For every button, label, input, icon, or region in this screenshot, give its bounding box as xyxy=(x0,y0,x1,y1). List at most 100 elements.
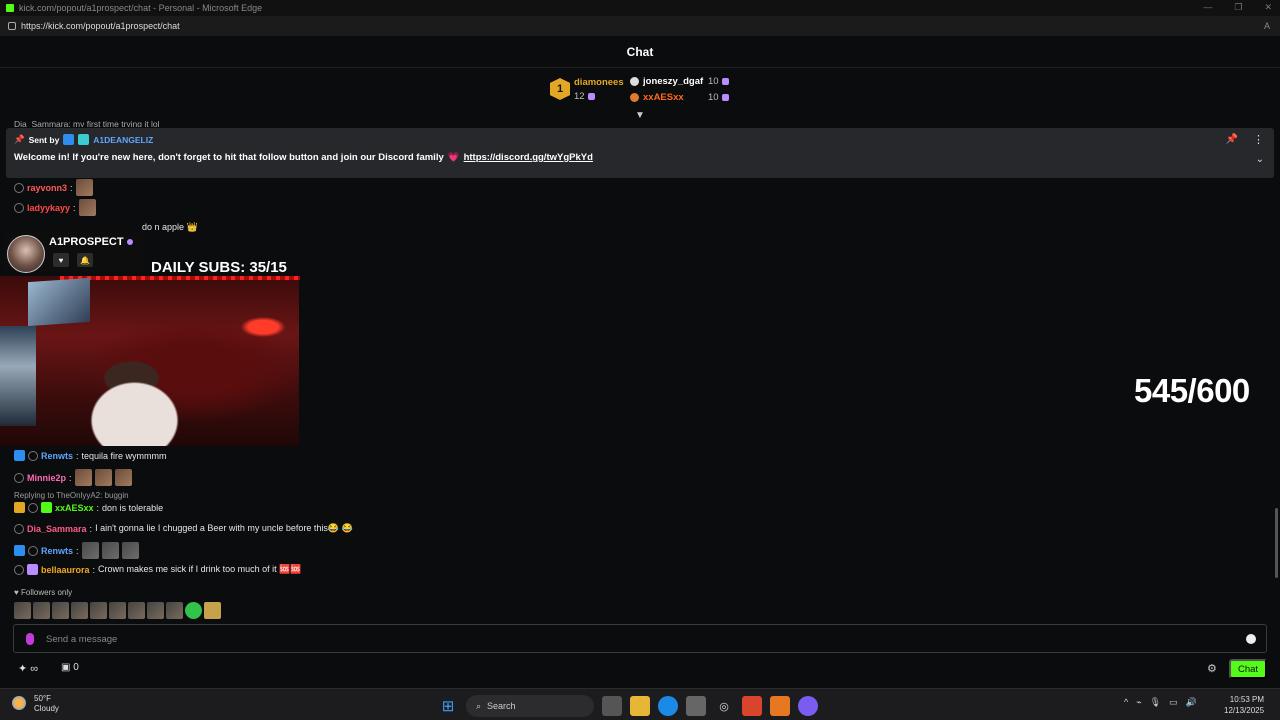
minimize-icon[interactable]: — xyxy=(1203,2,1212,13)
emote-icon[interactable] xyxy=(128,602,145,619)
chat-message: xxAESxx: don is tolerable xyxy=(14,502,163,513)
leaderboard-name[interactable]: joneszy_dgaf xyxy=(630,76,703,87)
chrome-icon[interactable]: ◎ xyxy=(714,696,734,716)
chat-message: do n apple 👑 xyxy=(142,222,198,233)
send-chat-button[interactable]: Chat xyxy=(1229,659,1267,679)
heart-icon[interactable]: ♥ xyxy=(53,253,69,267)
emote-icon[interactable] xyxy=(90,602,107,619)
pinned-message-text: Welcome in! If you're new here, don't fo… xyxy=(14,152,593,163)
emote-icon[interactable] xyxy=(14,602,31,619)
address-bar[interactable]: https://kick.com/popout/a1prospect/chat … xyxy=(0,16,1280,36)
expand-arrow-icon[interactable]: ▼ xyxy=(633,110,647,121)
emote-icon xyxy=(94,469,112,486)
emote-icon[interactable] xyxy=(204,602,221,619)
clock[interactable]: 10:53 PM 12/13/2025 xyxy=(1224,694,1264,716)
chat-message: Dia_Sammara: I ain't gonna lie I chugged… xyxy=(14,523,353,534)
chevron-down-icon[interactable]: ⌄ xyxy=(1256,154,1264,165)
emote-icon[interactable] xyxy=(71,602,88,619)
network-icon[interactable]: ⌁ xyxy=(1136,697,1141,708)
chat-username[interactable]: Dia_Sammara xyxy=(27,524,87,534)
moderator-badge-icon xyxy=(14,450,25,461)
followers-only-label: ♥ Followers only xyxy=(14,588,73,597)
badge-icon xyxy=(14,182,24,193)
chat-username[interactable]: Renwts xyxy=(41,546,73,556)
crown-badge-icon xyxy=(14,502,25,513)
system-tray: ^ ⌁ 🎙 ▭ 🔊 xyxy=(1124,697,1197,708)
window-title: kick.com/popout/a1prospect/chat - Person… xyxy=(19,3,263,13)
unpin-icon[interactable]: 📌 xyxy=(1226,134,1238,145)
volume-icon[interactable]: 🔊 xyxy=(1186,697,1197,708)
chat-message: rayvonn3: xyxy=(14,179,93,196)
settings-gear-icon[interactable]: ⚙ xyxy=(1207,662,1217,675)
chat-text: I ain't gonna lie I chugged a Beer with … xyxy=(95,523,353,533)
lock-icon[interactable] xyxy=(8,22,16,30)
chat-username[interactable]: xxAESxx xyxy=(55,503,94,513)
sent-by-label: Sent by xyxy=(28,134,60,145)
emote-icon[interactable] xyxy=(147,602,164,619)
webcam-video xyxy=(0,276,300,446)
chat-text: do n apple 👑 xyxy=(142,222,198,232)
chat-username[interactable]: Minnie2p xyxy=(27,473,66,483)
badge-icon xyxy=(28,545,38,556)
leaderboard-name[interactable]: xxAESxx xyxy=(630,92,684,103)
url-text[interactable]: https://kick.com/popout/a1prospect/chat xyxy=(21,21,180,31)
chevron-up-icon[interactable]: ^ xyxy=(1124,697,1128,708)
store-icon[interactable] xyxy=(686,696,706,716)
app-icon[interactable] xyxy=(770,696,790,716)
read-aloud-icon[interactable]: A xyxy=(1264,21,1270,31)
reply-context[interactable]: Replying to TheOnlyyA2: buggin xyxy=(14,491,129,500)
taskbar-search[interactable]: ⌕ Search xyxy=(466,695,594,717)
emote-icon[interactable] xyxy=(33,602,50,619)
mic-icon[interactable] xyxy=(26,633,34,645)
windows-taskbar: 50°F Cloudy ⊞ ⌕ Search ◎ ^ ⌁ 🎙 ▭ 🔊 10:53 … xyxy=(0,688,1280,720)
windows-start-icon[interactable]: ⊞ xyxy=(438,696,458,716)
kick-favicon-icon xyxy=(6,4,14,12)
pinned-sender-name[interactable]: A1DEANGELIZ xyxy=(93,135,153,145)
display-icon[interactable]: ▭ xyxy=(1169,697,1178,708)
leaderboard-count: 10 xyxy=(708,76,729,87)
chat-message: Renwts: xyxy=(14,542,139,559)
discord-link[interactable]: https://discord.gg/twYgPkYd xyxy=(464,152,593,163)
gift-icon xyxy=(721,93,729,101)
chat-scrollbar[interactable] xyxy=(1275,508,1278,578)
chat-username[interactable]: bellaaurora xyxy=(41,565,90,575)
mic-tray-icon[interactable]: 🎙 xyxy=(1150,697,1161,708)
task-view-icon[interactable] xyxy=(602,696,622,716)
emote-icon[interactable] xyxy=(109,602,126,619)
avatar[interactable] xyxy=(7,235,45,273)
chat-username[interactable]: ladyykayy xyxy=(27,203,70,213)
verified-icon xyxy=(126,239,133,246)
emoji-picker-icon[interactable] xyxy=(1246,634,1256,644)
emote-icon[interactable] xyxy=(52,602,69,619)
leaderboard-name[interactable]: diamonees xyxy=(574,77,624,88)
emote-icon[interactable] xyxy=(166,602,183,619)
chat-username[interactable]: Renwts xyxy=(41,451,73,461)
file-explorer-icon[interactable] xyxy=(630,696,650,716)
led-lights xyxy=(60,276,300,280)
pinned-sender: 📌 Sent by A1DEANGELIZ xyxy=(14,134,153,145)
edge-icon[interactable] xyxy=(658,696,678,716)
heart-icon: 💗 xyxy=(447,152,460,163)
app-icon[interactable] xyxy=(742,696,762,716)
daily-subs-goal: DAILY SUBS: 35/15 xyxy=(151,259,287,276)
discord-icon[interactable] xyxy=(798,696,818,716)
weather-widget[interactable]: 50°F Cloudy xyxy=(12,694,59,714)
search-icon: ⌕ xyxy=(476,700,482,711)
badge-icon xyxy=(14,523,24,534)
close-icon[interactable]: ✕ xyxy=(1264,2,1272,13)
chat-title: Chat xyxy=(626,44,654,59)
streamer-name: A1PROSPECT xyxy=(49,236,133,248)
more-options-icon[interactable]: ⋮ xyxy=(1253,133,1264,146)
badge-icon xyxy=(14,564,24,575)
maximize-icon[interactable]: ❐ xyxy=(1234,2,1242,13)
message-input[interactable] xyxy=(46,629,1226,649)
emote-icon[interactable] xyxy=(185,602,202,619)
gift-button[interactable]: ▣ 0 xyxy=(61,662,79,673)
chat-text: Crown makes me sick if I drink too much … xyxy=(98,564,302,574)
bell-icon[interactable]: 🔔 xyxy=(77,253,93,267)
points-icon[interactable]: ✦ ∞ xyxy=(18,662,38,675)
leaderboard-count: 12 xyxy=(574,91,595,102)
emote-icon xyxy=(81,542,99,559)
chat-username[interactable]: rayvonn3 xyxy=(27,183,67,193)
pin-icon: 📌 xyxy=(14,134,25,144)
